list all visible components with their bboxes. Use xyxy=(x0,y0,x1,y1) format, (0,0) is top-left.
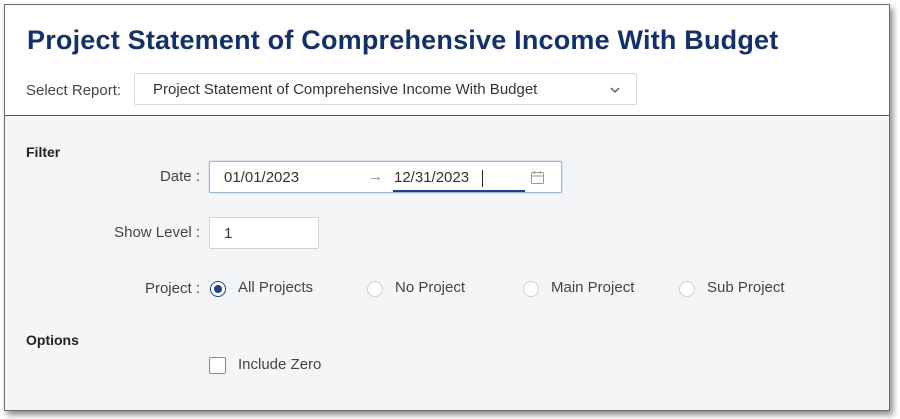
calendar-icon[interactable] xyxy=(530,170,545,190)
radio-indicator xyxy=(367,281,383,297)
options-section-title: Options xyxy=(26,332,79,348)
report-panel: Project Statement of Comprehensive Incom… xyxy=(4,4,890,411)
range-separator-arrow: → xyxy=(368,168,383,185)
radio-label: No Project xyxy=(395,279,466,296)
active-input-indicator xyxy=(393,190,525,192)
page-title: Project Statement of Comprehensive Incom… xyxy=(27,25,779,55)
filter-section-title: Filter xyxy=(26,144,61,160)
show-level-input[interactable] xyxy=(209,217,319,249)
date-range-picker[interactable]: → xyxy=(209,161,562,193)
radio-label: Main Project xyxy=(551,279,635,296)
text-cursor xyxy=(482,170,483,187)
chevron-down-icon xyxy=(609,83,621,101)
include-zero-label: Include Zero xyxy=(238,356,322,373)
show-level-label: Show Level : xyxy=(114,224,200,241)
radio-indicator xyxy=(523,281,539,297)
report-header: Project Statement of Comprehensive Incom… xyxy=(5,5,889,116)
radio-indicator xyxy=(679,281,695,297)
report-select-value: Project Statement of Comprehensive Incom… xyxy=(153,81,538,98)
end-date-input[interactable] xyxy=(394,166,522,188)
start-date-input[interactable] xyxy=(224,166,354,188)
report-select[interactable]: Project Statement of Comprehensive Incom… xyxy=(134,73,637,105)
select-report-label: Select Report: xyxy=(26,82,122,99)
radio-label: All Projects xyxy=(238,279,314,296)
checkbox-box xyxy=(209,357,226,374)
radio-indicator xyxy=(210,281,226,297)
date-label: Date : xyxy=(159,168,200,185)
radio-label: Sub Project xyxy=(707,279,785,296)
project-label: Project : xyxy=(144,280,200,297)
